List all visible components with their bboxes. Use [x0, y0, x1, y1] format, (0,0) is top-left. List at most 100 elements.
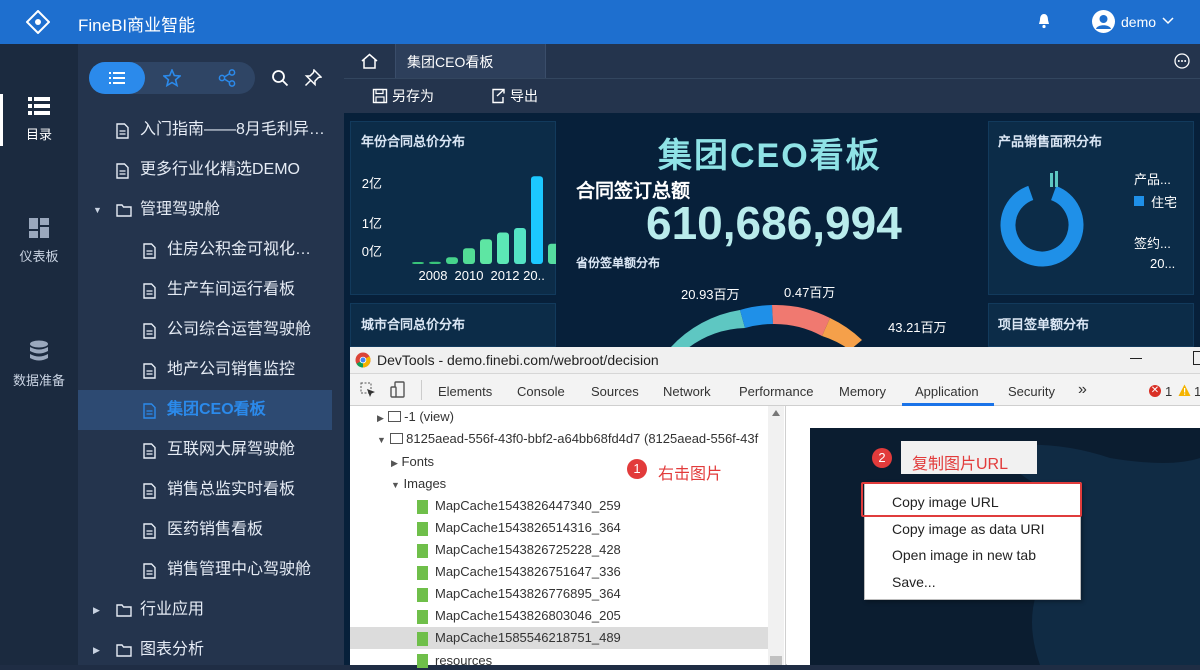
maximize-icon[interactable] — [1193, 351, 1200, 365]
tab-elements[interactable]: Elements — [438, 384, 492, 399]
export-button[interactable]: 导出 — [490, 86, 538, 106]
caret-right-icon[interactable]: ▶ — [93, 630, 100, 670]
document-icon — [143, 363, 156, 379]
image-file-icon — [417, 588, 428, 602]
inspect-element-icon[interactable] — [360, 382, 376, 398]
error-count[interactable]: 1 — [1165, 384, 1172, 399]
tree-item[interactable]: 医药销售看板 — [78, 510, 344, 550]
year-bar — [514, 228, 526, 264]
rail-item-data-prep[interactable]: 数据准备 — [0, 340, 78, 389]
annotation-step-1: 1 — [627, 459, 647, 479]
scroll-thumb[interactable] — [770, 656, 782, 665]
year-bar — [497, 232, 509, 264]
folder-icon — [116, 644, 132, 657]
tab-performance[interactable]: Performance — [739, 384, 813, 399]
device-toolbar-icon[interactable] — [389, 381, 407, 399]
save-image-item[interactable]: Save... — [892, 574, 936, 590]
caret-right-icon[interactable]: ▶ — [391, 458, 398, 468]
more-options-icon[interactable] — [1174, 53, 1190, 69]
more-tabs-icon[interactable]: » — [1078, 381, 1087, 399]
database-icon — [30, 340, 48, 361]
home-tab[interactable] — [344, 44, 396, 78]
tab-memory[interactable]: Memory — [839, 384, 886, 399]
caret-down-icon[interactable]: ▼ — [93, 190, 102, 230]
image-file-icon — [417, 522, 428, 536]
image-row[interactable]: MapCache1543826803046_205 — [435, 608, 621, 623]
year-bar — [548, 243, 556, 264]
y-tick-label: 2亿 — [362, 176, 382, 191]
devtools-title: DevTools - demo.finebi.com/webroot/decis… — [377, 352, 659, 368]
tree-item[interactable]: ▶ 图表分析 — [78, 630, 344, 670]
caret-right-icon[interactable]: ▶ — [93, 590, 100, 630]
search-icon[interactable] — [271, 69, 289, 87]
rail-item-dashboard[interactable]: 仪表板 — [0, 218, 78, 265]
donut-legend-title: 签约... — [1134, 236, 1171, 251]
city-panel-title: 城市合同总价分布 — [361, 317, 466, 332]
tree-item-label: 管理驾驶舱 — [140, 201, 221, 218]
x-tick-label: 20.. — [523, 268, 545, 283]
pin-icon[interactable] — [304, 69, 322, 87]
chevron-down-icon[interactable] — [1162, 16, 1174, 26]
tree-item[interactable]: ▶ 行业应用 — [78, 590, 344, 630]
user-name[interactable]: demo — [1121, 14, 1156, 30]
copy-image-data-uri-item[interactable]: Copy image as data URI — [892, 521, 1045, 537]
x-tick-label: 2012 — [491, 268, 520, 283]
save-icon — [372, 88, 388, 104]
tree-item[interactable]: 入门指南——8月毛利异… — [78, 110, 344, 150]
rail-item-catalog[interactable]: 目录 — [0, 96, 78, 143]
bell-icon[interactable] — [1036, 13, 1052, 29]
warning-icon[interactable] — [1178, 384, 1191, 397]
tab-sources[interactable]: Sources — [591, 384, 639, 399]
view-list-button[interactable] — [89, 62, 145, 94]
tree-item[interactable]: 集团CEO看板 — [78, 390, 344, 430]
tab-console[interactable]: Console — [517, 384, 565, 399]
toolbar — [344, 78, 1200, 113]
tree-row-frame[interactable]: ▼ 8125aead-556f-43f0-bbf2-a64bb68fd4d7 (… — [377, 431, 758, 446]
x-tick-label: 2010 — [455, 268, 484, 283]
image-row[interactable]: MapCache1543826514316_364 — [435, 520, 621, 535]
image-row[interactable]: MapCache1543826447340_259 — [435, 498, 621, 513]
tree-item[interactable]: 生产车间运行看板 — [78, 270, 344, 310]
scroll-up-icon[interactable] — [772, 410, 780, 416]
share-icon[interactable] — [218, 69, 236, 87]
toolbar-divider — [421, 380, 422, 400]
minimize-icon[interactable] — [1130, 358, 1142, 359]
tree-item[interactable]: ▼ 管理驾驶舱 — [78, 190, 344, 230]
tab-application[interactable]: Application — [915, 384, 979, 399]
image-row[interactable]: MapCache1543826751647_336 — [435, 564, 621, 579]
tree-item[interactable]: 公司综合运营驾驶舱 — [78, 310, 344, 350]
tree-item[interactable]: 住房公积金可视化… — [78, 230, 344, 270]
year-panel-title: 年份合同总价分布 — [361, 134, 466, 149]
open-image-new-tab-item[interactable]: Open image in new tab — [892, 547, 1036, 563]
pie-data-label: 43.21百万 — [888, 320, 947, 335]
document-icon — [143, 243, 156, 259]
finebi-logo-icon[interactable] — [26, 10, 50, 34]
tab-network[interactable]: Network — [663, 384, 711, 399]
image-row[interactable]: MapCache1543826725228_428 — [435, 542, 621, 557]
tab-security[interactable]: Security — [1008, 384, 1055, 399]
caret-down-icon[interactable]: ▼ — [391, 480, 400, 490]
user-icon — [1096, 15, 1111, 29]
scrollbar[interactable] — [768, 406, 784, 665]
warning-count[interactable]: 1 — [1194, 384, 1200, 399]
row-label: Fonts — [401, 454, 435, 469]
star-icon[interactable] — [163, 69, 181, 87]
tree-item[interactable]: 更多行业化精选DEMO — [78, 150, 344, 190]
caret-right-icon[interactable]: ▶ — [377, 413, 384, 423]
tree-item[interactable]: 销售管理中心驾驶舱 — [78, 550, 344, 590]
tree-item-label: 销售总监实时看板 — [167, 481, 296, 498]
tree-row-fonts[interactable]: ▶ Fonts — [391, 454, 434, 469]
tree-item[interactable]: 销售总监实时看板 — [78, 470, 344, 510]
tree-item-label: 住房公积金可视化… — [167, 241, 312, 258]
tree-item[interactable]: 地产公司销售监控 — [78, 350, 344, 390]
avatar[interactable] — [1092, 10, 1115, 33]
error-icon[interactable]: ✕ — [1149, 385, 1161, 397]
image-row[interactable]: MapCache1585546218751_489 — [435, 630, 621, 645]
tree-item[interactable]: 互联网大屏驾驶舱 — [78, 430, 344, 470]
caret-down-icon[interactable]: ▼ — [377, 435, 386, 445]
image-row[interactable]: MapCache1543826776895_364 — [435, 586, 621, 601]
tree-row-images[interactable]: ▼ Images — [391, 476, 446, 491]
tree-row-view[interactable]: ▶ -1 (view) — [377, 409, 454, 424]
save-as-button[interactable]: 另存为 — [372, 86, 434, 106]
tree-row-resources[interactable]: resources — [435, 653, 492, 668]
